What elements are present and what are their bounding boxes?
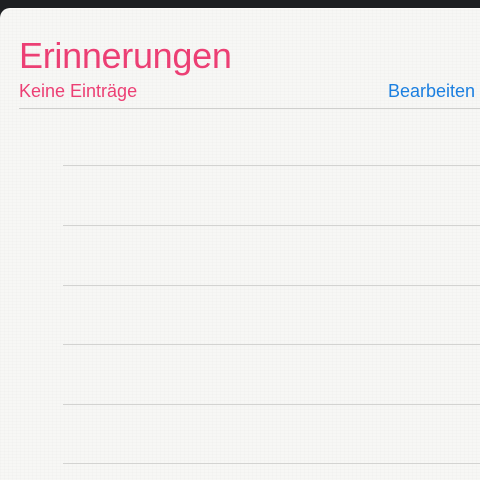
empty-reminder-row[interactable]	[63, 463, 480, 464]
header-divider	[19, 108, 480, 109]
empty-reminder-row[interactable]	[63, 165, 480, 166]
empty-reminder-row[interactable]	[63, 225, 480, 226]
empty-reminder-row[interactable]	[63, 344, 480, 345]
reminders-screen: Erinnerungen Keine Einträge Bearbeiten	[0, 0, 480, 480]
page-title: Erinnerungen	[19, 35, 232, 76]
edit-button[interactable]: Bearbeiten	[388, 81, 475, 102]
reminders-sheet: Erinnerungen Keine Einträge Bearbeiten	[0, 8, 480, 480]
entry-count-label: Keine Einträge	[19, 81, 138, 101]
empty-reminder-row[interactable]	[63, 404, 480, 405]
empty-reminder-row[interactable]	[63, 285, 480, 286]
